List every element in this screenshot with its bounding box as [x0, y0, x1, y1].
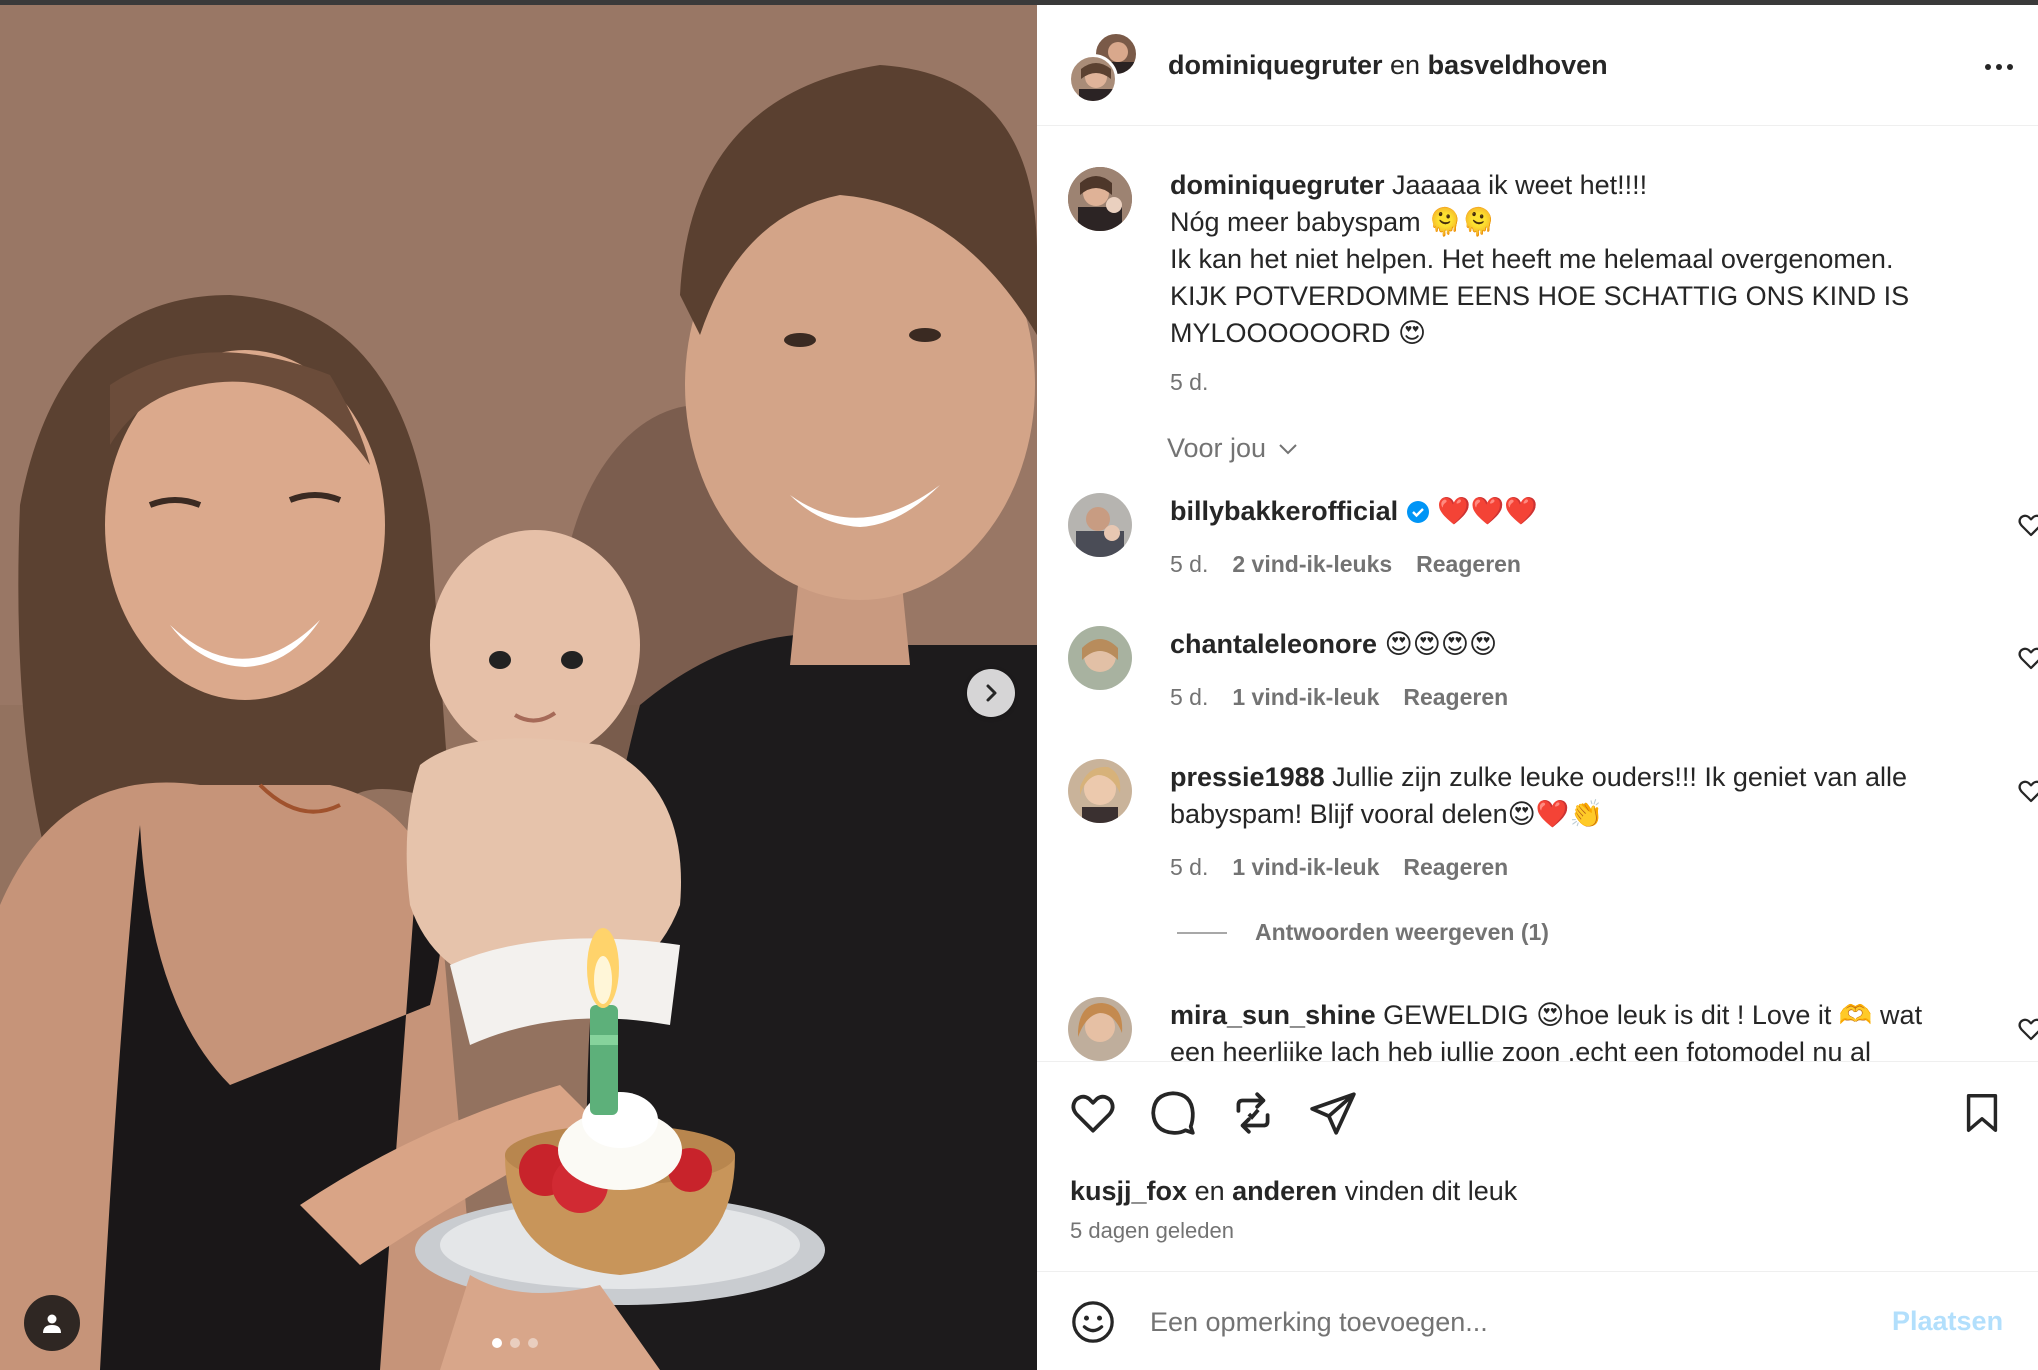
comment-time[interactable]: 5 d.	[1170, 849, 1208, 886]
comment-like-heart-icon[interactable]	[2016, 510, 2038, 540]
carousel-dots	[492, 1338, 538, 1348]
comment-username[interactable]: pressie1988	[1170, 762, 1325, 792]
caption-line: Nóg meer babyspam 🫠🫠	[1170, 207, 1496, 237]
comment-like-heart-icon[interactable]	[2016, 1014, 2038, 1044]
post-photo[interactable]	[0, 5, 1037, 1370]
comment-username[interactable]: chantaleleonore	[1170, 629, 1377, 659]
collab-avatars[interactable]	[1068, 32, 1138, 104]
more-options-button[interactable]	[1977, 47, 2021, 87]
comment-like-heart-icon[interactable]	[2016, 643, 2038, 673]
authors-conjunction: en	[1390, 50, 1421, 80]
author-username[interactable]: dominiquegruter	[1168, 50, 1383, 80]
post-comment-button[interactable]: Plaatsen	[1892, 1306, 2003, 1337]
carousel-dot[interactable]	[510, 1338, 520, 1348]
next-photo-button[interactable]	[967, 669, 1015, 717]
verified-badge-icon	[1406, 501, 1429, 523]
comment-time[interactable]: 5 d.	[1170, 679, 1208, 716]
more-dot	[2007, 64, 2013, 70]
comment-composer: Plaatsen	[1037, 1271, 2038, 1370]
comment-body: mira_sun_shine GEWELDIG 😍hoe leuk is dit…	[1170, 997, 1950, 1061]
comment-time[interactable]: 5 d.	[1170, 546, 1208, 583]
more-dot	[1996, 64, 2002, 70]
caption-line: Jaaaaa ik weet het!!!!	[1392, 170, 1648, 200]
likes-summary: kusjj_fox en anderen vinden dit leuk	[1070, 1176, 1517, 1207]
more-horizontal-icon	[1985, 64, 1991, 70]
comment-body: chantaleleonore 😍😍😍😍 5 d. 1 vind-ik-leuk…	[1170, 626, 1950, 716]
likes-suffix: vinden dit leuk	[1344, 1176, 1518, 1206]
avatar[interactable]	[1068, 759, 1132, 823]
carousel-dot[interactable]	[528, 1338, 538, 1348]
comment-sort-dropdown[interactable]: Voor jou	[1167, 433, 1300, 464]
avatar[interactable]	[1068, 626, 1132, 690]
emoji-smiley-icon[interactable]	[1070, 1299, 1116, 1345]
comment-text: ❤️❤️❤️	[1437, 496, 1538, 526]
post-timestamp[interactable]: 5 dagen geleden	[1070, 1218, 1234, 1244]
comment-username[interactable]: billybakkerofficial	[1170, 496, 1398, 526]
chevron-down-icon	[1279, 443, 1297, 454]
comment-sort-label: Voor jou	[1167, 433, 1267, 463]
caption-username[interactable]: dominiquegruter	[1170, 170, 1385, 200]
post-authors: dominiquegruter en basveldhoven	[1168, 50, 1608, 81]
carousel-dot-active[interactable]	[492, 1338, 502, 1348]
comment-input[interactable]	[1150, 1300, 1830, 1344]
liker-username[interactable]: kusjj_fox	[1070, 1176, 1187, 1206]
comment-username[interactable]: mira_sun_shine	[1170, 1000, 1376, 1030]
coauthor-username[interactable]: basveldhoven	[1428, 50, 1608, 80]
view-replies-label: Antwoorden weergeven (1)	[1255, 919, 1549, 945]
caption-line: Ik kan het niet helpen. Het heeft me hel…	[1170, 244, 1894, 274]
replies-divider	[1177, 931, 1227, 934]
tagged-users-button[interactable]	[24, 1295, 80, 1351]
caption-line: MYLOOOOOORD 😍	[1170, 318, 1427, 348]
post-header: dominiquegruter en basveldhoven	[1037, 5, 2038, 126]
avatar[interactable]	[1068, 167, 1132, 231]
likes-others-link[interactable]: anderen	[1232, 1176, 1337, 1206]
comment-body: billybakkerofficial ❤️❤️❤️ 5 d. 2 vind-i…	[1170, 493, 1950, 583]
heart-icon[interactable]	[1068, 1088, 1118, 1138]
comment-likes[interactable]: 1 vind-ik-leuk	[1232, 849, 1379, 886]
comment-likes[interactable]: 1 vind-ik-leuk	[1232, 679, 1379, 716]
paper-plane-icon[interactable]	[1308, 1088, 1358, 1138]
person-icon	[43, 1314, 61, 1333]
photo-illustration	[0, 5, 1037, 1370]
caption-time[interactable]: 5 d.	[1170, 364, 1208, 401]
reply-button[interactable]: Reageren	[1403, 679, 1508, 716]
avatar[interactable]	[1068, 54, 1118, 104]
comment-like-heart-icon[interactable]	[2016, 776, 2038, 806]
chevron-right-icon	[986, 684, 997, 702]
repost-icon[interactable]	[1228, 1088, 1278, 1138]
comment-bubble-icon[interactable]	[1148, 1088, 1198, 1138]
caption-line: KIJK POTVERDOMME EENS HOE SCHATTIG ONS K…	[1170, 281, 1910, 311]
avatar[interactable]	[1068, 493, 1132, 557]
view-replies-button[interactable]: Antwoorden weergeven (1)	[1177, 919, 1549, 946]
reply-button[interactable]: Reageren	[1416, 546, 1521, 583]
likes-conjunction: en	[1194, 1176, 1225, 1206]
comment-text: 😍😍😍😍	[1384, 629, 1498, 659]
post-side-panel: dominiquegruter en basveldhoven dominiqu…	[1037, 5, 2038, 1370]
comments-list[interactable]: dominiquegruter Jaaaaa ik weet het!!!! N…	[1037, 127, 2038, 1061]
comment-likes[interactable]: 2 vind-ik-leuks	[1232, 546, 1392, 583]
reply-button[interactable]: Reageren	[1403, 849, 1508, 886]
caption-body: dominiquegruter Jaaaaa ik weet het!!!! N…	[1170, 167, 1950, 401]
avatar[interactable]	[1068, 997, 1132, 1061]
comment-body: pressie1988 Jullie zijn zulke leuke oude…	[1170, 759, 1950, 886]
bookmark-icon[interactable]	[1959, 1088, 2005, 1138]
